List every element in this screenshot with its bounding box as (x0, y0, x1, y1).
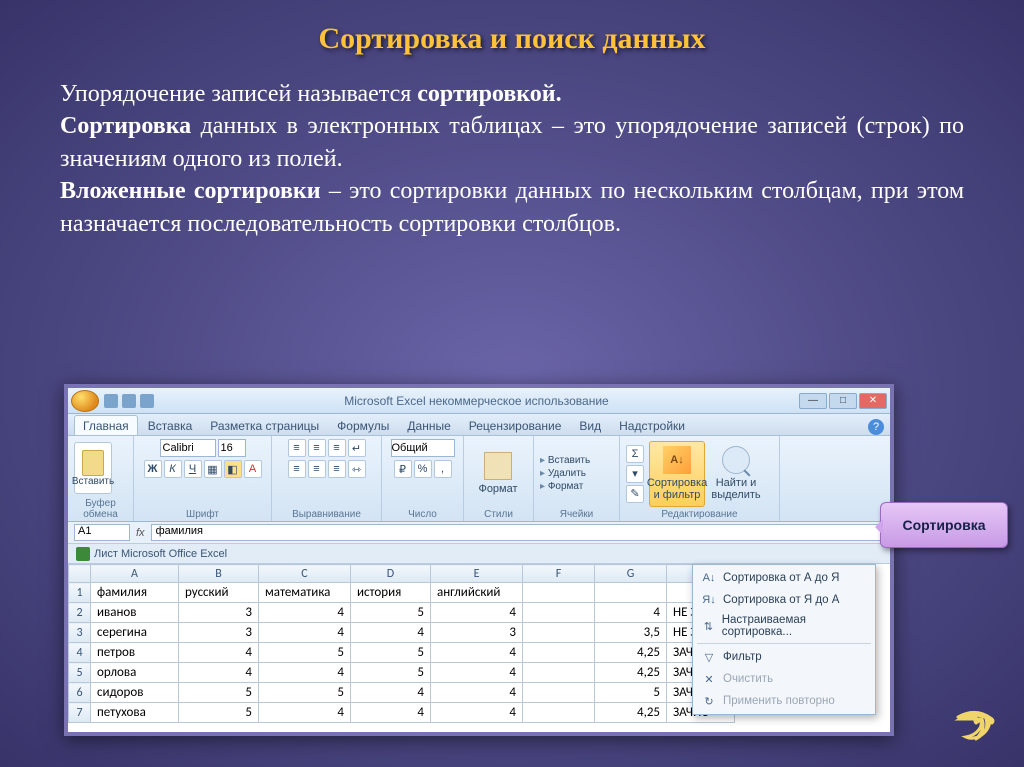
group-clipboard: Буфер обмена (74, 497, 127, 520)
find-select-button[interactable]: Найти и выделить (708, 441, 764, 507)
ribbon: Вставить Буфер обмена Ж К Ч ▦ ◧ A (68, 436, 890, 522)
fx-icon[interactable]: fx (136, 527, 145, 539)
sort-za-icon: Я↓ (701, 592, 717, 608)
p1a: Упорядочение записей называется (60, 81, 417, 107)
formula-input[interactable]: фамилия (151, 524, 884, 541)
font-name-input[interactable] (160, 439, 216, 457)
menu-clear[interactable]: ✕Очистить (693, 668, 875, 690)
percent-icon[interactable]: % (414, 460, 432, 478)
menu-custom-sort[interactable]: ⇅Настраиваемая сортировка... (693, 611, 875, 641)
align-left-icon[interactable]: ≡ (288, 460, 306, 478)
comma-icon[interactable]: , (434, 460, 452, 478)
clipboard-icon (82, 450, 104, 476)
worksheet-grid[interactable]: ABC DEF GH 1фамилиярусскийматематикаисто… (68, 564, 890, 723)
tab-home[interactable]: Главная (74, 415, 138, 435)
p1b: сортировкой. (417, 81, 561, 107)
p3a: Вложенные сортировки (60, 178, 321, 204)
clear-icon[interactable]: ✎ (626, 485, 644, 503)
autosum-icon[interactable]: Σ (626, 445, 644, 463)
tab-data[interactable]: Данные (399, 416, 458, 435)
table-format-icon (484, 452, 512, 480)
office-button[interactable] (71, 390, 99, 412)
merge-icon[interactable]: ⇿ (348, 460, 366, 478)
align-top-icon[interactable]: ≡ (288, 439, 306, 457)
cells-delete[interactable]: Удалить (540, 468, 590, 479)
font-size-input[interactable] (218, 439, 246, 457)
reapply-icon: ↻ (701, 693, 717, 709)
align-bot-icon[interactable]: ≡ (328, 439, 346, 457)
align-right-icon[interactable]: ≡ (328, 460, 346, 478)
group-font: Шрифт (140, 508, 265, 520)
formula-bar: A1 fx фамилия (68, 522, 890, 544)
fill-color-button[interactable]: ◧ (224, 460, 242, 478)
table-row[interactable]: 2иванов34544НЕ ЗАЧ (69, 603, 735, 623)
group-styles: Стили (470, 508, 527, 520)
sort-az-icon: A↓ (701, 570, 717, 586)
format-as-table-button[interactable]: Формат (470, 441, 526, 507)
clear-filter-icon: ✕ (701, 671, 717, 687)
document-tab[interactable]: Лист Microsoft Office Excel (68, 544, 890, 564)
number-format-select[interactable] (391, 439, 455, 457)
sort-filter-button[interactable]: A↓ Сортировка и фильтр (649, 441, 705, 507)
next-slide-arrow[interactable] (952, 705, 1000, 745)
sort-filter-menu: A↓Сортировка от А до Я Я↓Сортировка от Я… (692, 564, 876, 715)
filter-icon: ▽ (701, 649, 717, 665)
p2a: Сортировка (60, 113, 191, 139)
custom-sort-icon: ⇅ (701, 618, 716, 634)
maximize-button[interactable]: □ (829, 393, 857, 409)
help-icon[interactable]: ? (868, 419, 884, 435)
menu-sort-za[interactable]: Я↓Сортировка от Я до А (693, 589, 875, 611)
tab-formulas[interactable]: Формулы (329, 416, 397, 435)
fill-icon[interactable]: ▾ (626, 465, 644, 483)
menu-filter[interactable]: ▽Фильтр (693, 646, 875, 668)
paste-button[interactable]: Вставить (74, 442, 112, 494)
callout-label: Сортировка (880, 502, 1008, 548)
align-mid-icon[interactable]: ≡ (308, 439, 326, 457)
excel-doc-icon (76, 547, 90, 561)
window-title: Microsoft Excel некоммерческое использов… (154, 394, 799, 408)
tab-view[interactable]: Вид (571, 416, 609, 435)
tab-review[interactable]: Рецензирование (461, 416, 570, 435)
table-row[interactable]: 4петров45544,25ЗАЧИС (69, 643, 735, 663)
currency-icon[interactable]: ₽ (394, 460, 412, 478)
group-editing: Редактирование (626, 508, 773, 520)
minimize-button[interactable]: — (799, 393, 827, 409)
tab-insert[interactable]: Вставка (140, 416, 201, 435)
close-button[interactable]: ✕ (859, 393, 887, 409)
tab-addins[interactable]: Надстройки (611, 416, 693, 435)
slide-body: Упорядочение записей называется сортиров… (60, 78, 964, 240)
column-headers[interactable]: ABC DEF GH (69, 565, 735, 583)
title-bar: Microsoft Excel некоммерческое использов… (68, 388, 890, 414)
wrap-text-icon[interactable]: ↵ (348, 439, 366, 457)
slide-title: Сортировка и поиск данных (60, 22, 964, 56)
find-icon (722, 446, 750, 474)
menu-reapply[interactable]: ↻Применить повторно (693, 690, 875, 712)
table-row[interactable]: 5орлова44544,25ЗАЧИС (69, 663, 735, 683)
quick-access-toolbar[interactable] (104, 394, 154, 408)
table-row[interactable]: 6сидоров55445ЗАЧИС (69, 683, 735, 703)
name-box[interactable]: A1 (74, 524, 130, 541)
ribbon-tabs: Главная Вставка Разметка страницы Формул… (68, 414, 890, 436)
bold-button[interactable]: Ж (144, 460, 162, 478)
excel-window: Microsoft Excel некоммерческое использов… (64, 384, 894, 736)
tab-page-layout[interactable]: Разметка страницы (202, 416, 327, 435)
border-button[interactable]: ▦ (204, 460, 222, 478)
underline-button[interactable]: Ч (184, 460, 202, 478)
group-number: Число (388, 508, 457, 520)
italic-button[interactable]: К (164, 460, 182, 478)
cells-format[interactable]: Формат (540, 481, 590, 492)
cells-insert[interactable]: Вставить (540, 455, 590, 466)
table-row[interactable]: 3серегина34433,5НЕ ЗАЧ (69, 623, 735, 643)
p2b: данных в электронных таблицах – это упор… (60, 113, 964, 171)
menu-sort-az[interactable]: A↓Сортировка от А до Я (693, 567, 875, 589)
group-alignment: Выравнивание (278, 508, 375, 520)
align-center-icon[interactable]: ≡ (308, 460, 326, 478)
font-color-button[interactable]: A (244, 460, 262, 478)
table-row[interactable]: 7петухова54444,25ЗАЧИС (69, 703, 735, 723)
group-cells: Ячейки (540, 508, 613, 520)
sort-filter-icon: A↓ (663, 446, 691, 474)
table-row[interactable]: 1фамилиярусскийматематикаисторияанглийск… (69, 583, 735, 603)
